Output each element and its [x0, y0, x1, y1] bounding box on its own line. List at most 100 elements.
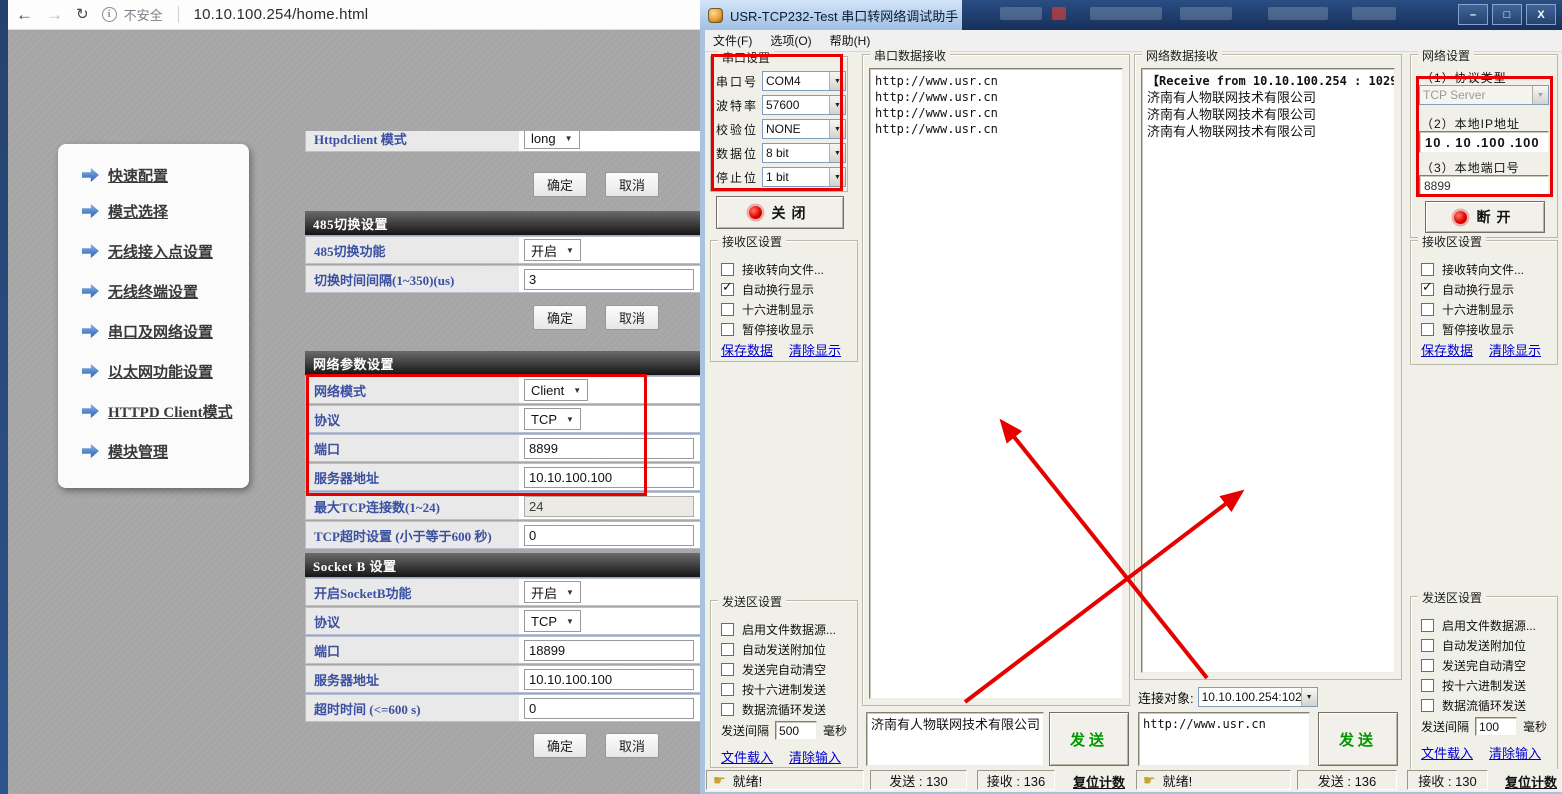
checkbox[interactable] — [721, 302, 734, 316]
checkbox-hex-send[interactable]: 按十六进制发送 — [1421, 677, 1526, 693]
save-data-link[interactable]: 保存数据 — [721, 340, 773, 359]
load-file-link[interactable]: 文件载入 — [721, 747, 773, 766]
sidebar-item-ethernet[interactable]: 以太网功能设置 — [82, 361, 213, 381]
net-send-button[interactable]: 发送 — [1318, 712, 1398, 766]
cancel-button[interactable]: 取消 — [605, 305, 660, 330]
ok-button[interactable]: 确定 — [533, 172, 588, 197]
sidebar-item-httpd-client[interactable]: HTTPD Client模式 — [82, 401, 233, 421]
checkbox-hex-display[interactable]: 十六进制显示 — [1421, 301, 1514, 317]
checkbox-auto-append[interactable]: 自动发送附加位 — [1421, 637, 1526, 653]
checkbox[interactable] — [721, 622, 734, 636]
serial-send-input[interactable]: 济南有人物联网技术有限公司 — [866, 712, 1044, 766]
chevron-down-icon[interactable]: ▼ — [829, 168, 845, 186]
sidebar-item-sta-settings[interactable]: 无线终端设置 — [82, 281, 198, 301]
baud-rate-select[interactable]: 57600 ▼ — [762, 95, 846, 115]
clear-input-link[interactable]: 清除输入 — [789, 747, 841, 766]
checkbox[interactable] — [1421, 302, 1434, 316]
forward-icon[interactable]: → — [46, 6, 63, 23]
socketb-timeout-input[interactable]: 0 — [524, 697, 694, 719]
menu-file[interactable]: 文件(F) — [706, 30, 759, 51]
checkbox[interactable] — [1421, 658, 1434, 672]
sidebar-item-mode-select[interactable]: 模式选择 — [82, 201, 168, 221]
checkbox[interactable] — [721, 280, 734, 296]
send-interval-input[interactable]: 100 — [1475, 717, 1518, 736]
httpdclient-mode-select[interactable]: long ▼ — [524, 131, 580, 149]
socketb-server-input[interactable]: 10.10.100.100 — [524, 668, 694, 690]
chevron-down-icon[interactable]: ▼ — [829, 72, 845, 90]
port-input[interactable]: 8899 — [524, 437, 694, 459]
menu-options[interactable]: 选项(O) — [763, 30, 818, 51]
485-enable-select[interactable]: 开启 ▼ — [524, 239, 581, 261]
checkbox-clear-after-send[interactable]: 发送完自动清空 — [721, 661, 826, 677]
chevron-down-icon[interactable]: ▼ — [829, 96, 845, 114]
checkbox-hex-display[interactable]: 十六进制显示 — [721, 301, 814, 317]
reload-icon[interactable]: ↻ — [76, 7, 89, 22]
sidebar-item-ap-settings[interactable]: 无线接入点设置 — [82, 241, 213, 261]
chevron-down-icon[interactable]: ▼ — [829, 144, 845, 162]
sidebar-item-module-mgmt[interactable]: 模块管理 — [82, 441, 168, 461]
reset-count-link[interactable]: 复位计数 — [1505, 772, 1557, 791]
checkbox[interactable] — [1421, 618, 1434, 632]
serial-close-button[interactable]: 关闭 — [716, 196, 844, 229]
serial-recv-textarea[interactable]: http://www.usr.cn http://www.usr.cn http… — [869, 68, 1123, 699]
clear-display-link[interactable]: 清除显示 — [789, 340, 841, 359]
checkbox[interactable] — [721, 662, 734, 676]
clear-input-link[interactable]: 清除输入 — [1489, 743, 1541, 762]
checkbox-hex-send[interactable]: 按十六进制发送 — [721, 681, 826, 697]
checkbox[interactable] — [721, 262, 734, 276]
disconnect-button[interactable]: 断开 — [1425, 201, 1545, 233]
network-mode-select[interactable]: Client ▼ — [524, 379, 589, 401]
ok-button[interactable]: 确定 — [533, 733, 588, 758]
sidebar-item-uart-net[interactable]: 串口及网络设置 — [82, 321, 213, 341]
tcp-timeout-input[interactable]: 0 — [524, 524, 694, 546]
checkbox-recv-to-file[interactable]: 接收转向文件... — [1421, 261, 1524, 277]
485-interval-input[interactable]: 3 — [524, 268, 694, 290]
checkbox[interactable] — [721, 682, 734, 696]
parity-select[interactable]: NONE ▼ — [762, 119, 846, 139]
socketb-port-input[interactable]: 18899 — [524, 639, 694, 661]
save-data-link[interactable]: 保存数据 — [1421, 340, 1473, 359]
checkbox-clear-after-send[interactable]: 发送完自动清空 — [1421, 657, 1526, 673]
cancel-button[interactable]: 取消 — [605, 172, 660, 197]
serial-send-button[interactable]: 发送 — [1049, 712, 1129, 766]
connection-target-select[interactable]: 10.10.100.254:1029 ▼ — [1197, 687, 1318, 707]
close-button[interactable]: X — [1526, 4, 1556, 25]
minimize-button[interactable]: – — [1458, 4, 1488, 25]
checkbox[interactable] — [1421, 638, 1434, 652]
checkbox[interactable] — [1421, 698, 1434, 712]
chevron-down-icon[interactable]: ▼ — [1300, 688, 1317, 706]
stop-bits-select[interactable]: 1 bit ▼ — [762, 167, 846, 187]
address-url[interactable]: 10.10.100.254/home.html — [194, 6, 369, 23]
maximize-button[interactable]: □ — [1492, 4, 1522, 25]
checkbox-auto-append[interactable]: 自动发送附加位 — [721, 641, 826, 657]
clear-display-link[interactable]: 清除显示 — [1489, 340, 1541, 359]
socketb-enable-select[interactable]: 开启 ▼ — [524, 581, 581, 603]
back-icon[interactable]: ← — [16, 6, 33, 23]
checkbox-file-source[interactable]: 启用文件数据源... — [721, 621, 836, 637]
local-ip-input[interactable]: 10 . 10 .100 .100 — [1419, 131, 1549, 153]
titlebar[interactable]: USR-TCP232-Test 串口转网络调试助手 – □ X — [700, 0, 1562, 30]
checkbox[interactable] — [721, 322, 734, 336]
sidebar-item-quick-config[interactable]: 快速配置 — [82, 165, 168, 185]
checkbox-pause-recv[interactable]: 暂停接收显示 — [721, 321, 814, 337]
net-send-input[interactable]: http://www.usr.cn — [1138, 712, 1310, 766]
server-address-input[interactable]: 10.10.100.100 — [524, 466, 694, 488]
checkbox-auto-newline[interactable]: 自动换行显示 — [1421, 280, 1514, 297]
load-file-link[interactable]: 文件载入 — [1421, 743, 1473, 762]
checkbox-loop-send[interactable]: 数据流循环发送 — [721, 701, 826, 717]
ok-button[interactable]: 确定 — [533, 305, 588, 330]
send-interval-input[interactable]: 500 — [775, 721, 818, 740]
socketb-protocol-select[interactable]: TCP ▼ — [524, 610, 581, 632]
checkbox[interactable] — [1421, 262, 1434, 276]
checkbox[interactable] — [721, 642, 734, 656]
checkbox-file-source[interactable]: 启用文件数据源... — [1421, 617, 1536, 633]
data-bits-select[interactable]: 8 bit ▼ — [762, 143, 846, 163]
info-icon[interactable]: i — [101, 7, 117, 22]
reset-count-link[interactable]: 复位计数 — [1073, 772, 1125, 791]
checkbox[interactable] — [1421, 678, 1434, 692]
checkbox-recv-to-file[interactable]: 接收转向文件... — [721, 261, 824, 277]
checkbox-auto-newline[interactable]: 自动换行显示 — [721, 280, 814, 297]
net-recv-textarea[interactable]: 【Receive from 10.10.100.254 : 1029】: 济南有… — [1141, 68, 1395, 673]
checkbox[interactable] — [1421, 280, 1434, 296]
checkbox-loop-send[interactable]: 数据流循环发送 — [1421, 697, 1526, 713]
